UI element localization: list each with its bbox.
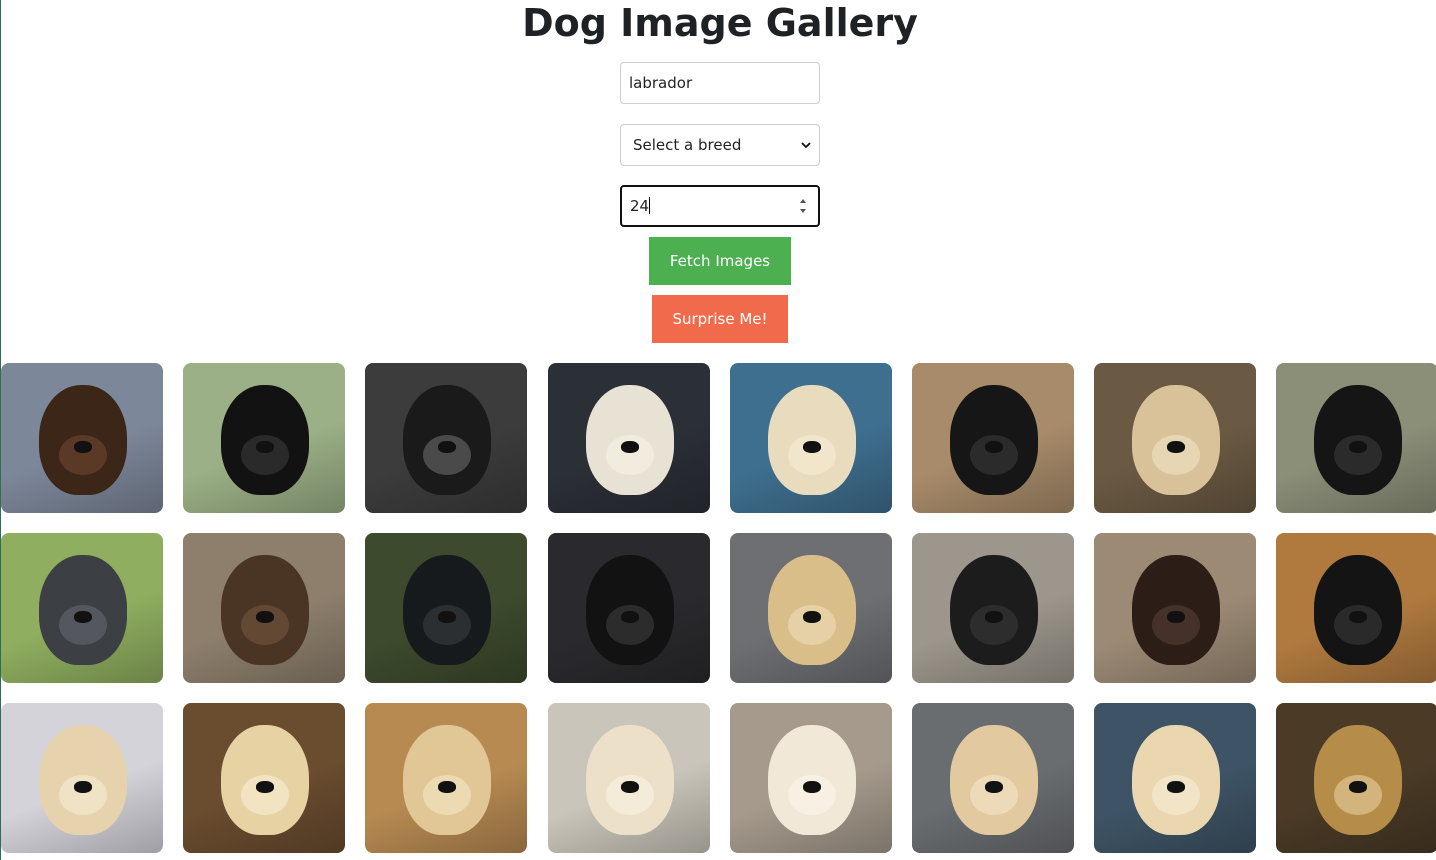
dog-image[interactable] (912, 533, 1074, 683)
dog-image[interactable] (548, 533, 710, 683)
dog-image[interactable] (730, 363, 892, 513)
dog-image[interactable] (1094, 533, 1256, 683)
breed-search-input[interactable] (620, 62, 820, 104)
dog-image[interactable] (912, 363, 1074, 513)
dog-nose (1167, 441, 1185, 453)
dog-nose (803, 781, 821, 793)
dog-image[interactable] (1276, 533, 1436, 683)
dog-nose (256, 781, 274, 793)
dog-nose (621, 611, 639, 623)
dog-image[interactable] (730, 533, 892, 683)
surprise-me-button[interactable]: Surprise Me! (652, 295, 788, 343)
dog-nose (1349, 441, 1367, 453)
dog-nose (74, 611, 92, 623)
dog-nose (1167, 611, 1185, 623)
dog-image[interactable] (1276, 363, 1436, 513)
dog-nose (1349, 781, 1367, 793)
image-count-input[interactable]: 24 (620, 185, 820, 227)
dog-image[interactable] (365, 363, 527, 513)
fetch-images-button[interactable]: Fetch Images (649, 237, 791, 285)
page-title: Dog Image Gallery (522, 1, 918, 45)
dog-nose (1167, 781, 1185, 793)
dog-nose (803, 441, 821, 453)
number-spinner-icon[interactable] (797, 195, 809, 217)
dog-image[interactable] (1, 703, 163, 853)
dog-nose (74, 781, 92, 793)
dog-nose (74, 441, 92, 453)
dog-image[interactable] (183, 363, 345, 513)
breed-select-value: Select a breed (633, 136, 742, 154)
dog-image[interactable] (183, 533, 345, 683)
text-cursor (649, 197, 651, 214)
dog-image[interactable] (183, 703, 345, 853)
dog-image[interactable] (365, 533, 527, 683)
dog-nose (438, 441, 456, 453)
dog-nose (985, 611, 1003, 623)
dog-nose (256, 441, 274, 453)
dog-nose (438, 611, 456, 623)
chevron-down-icon (801, 142, 811, 149)
dog-nose (438, 781, 456, 793)
dog-image[interactable] (1276, 703, 1436, 853)
dog-nose (1349, 611, 1367, 623)
dog-image[interactable] (548, 363, 710, 513)
dog-image[interactable] (1, 363, 163, 513)
dog-image[interactable] (548, 703, 710, 853)
dog-nose (621, 781, 639, 793)
dog-nose (803, 611, 821, 623)
dog-nose (985, 781, 1003, 793)
dog-nose (621, 441, 639, 453)
dog-image[interactable] (365, 703, 527, 853)
dog-image[interactable] (1094, 363, 1256, 513)
dog-image[interactable] (1094, 703, 1256, 853)
dog-nose (256, 611, 274, 623)
dog-image[interactable] (912, 703, 1074, 853)
image-count-value: 24 (630, 197, 650, 215)
dog-image[interactable] (730, 703, 892, 853)
dog-image[interactable] (1, 533, 163, 683)
breed-select[interactable]: Select a breed (620, 124, 820, 166)
dog-nose (985, 441, 1003, 453)
